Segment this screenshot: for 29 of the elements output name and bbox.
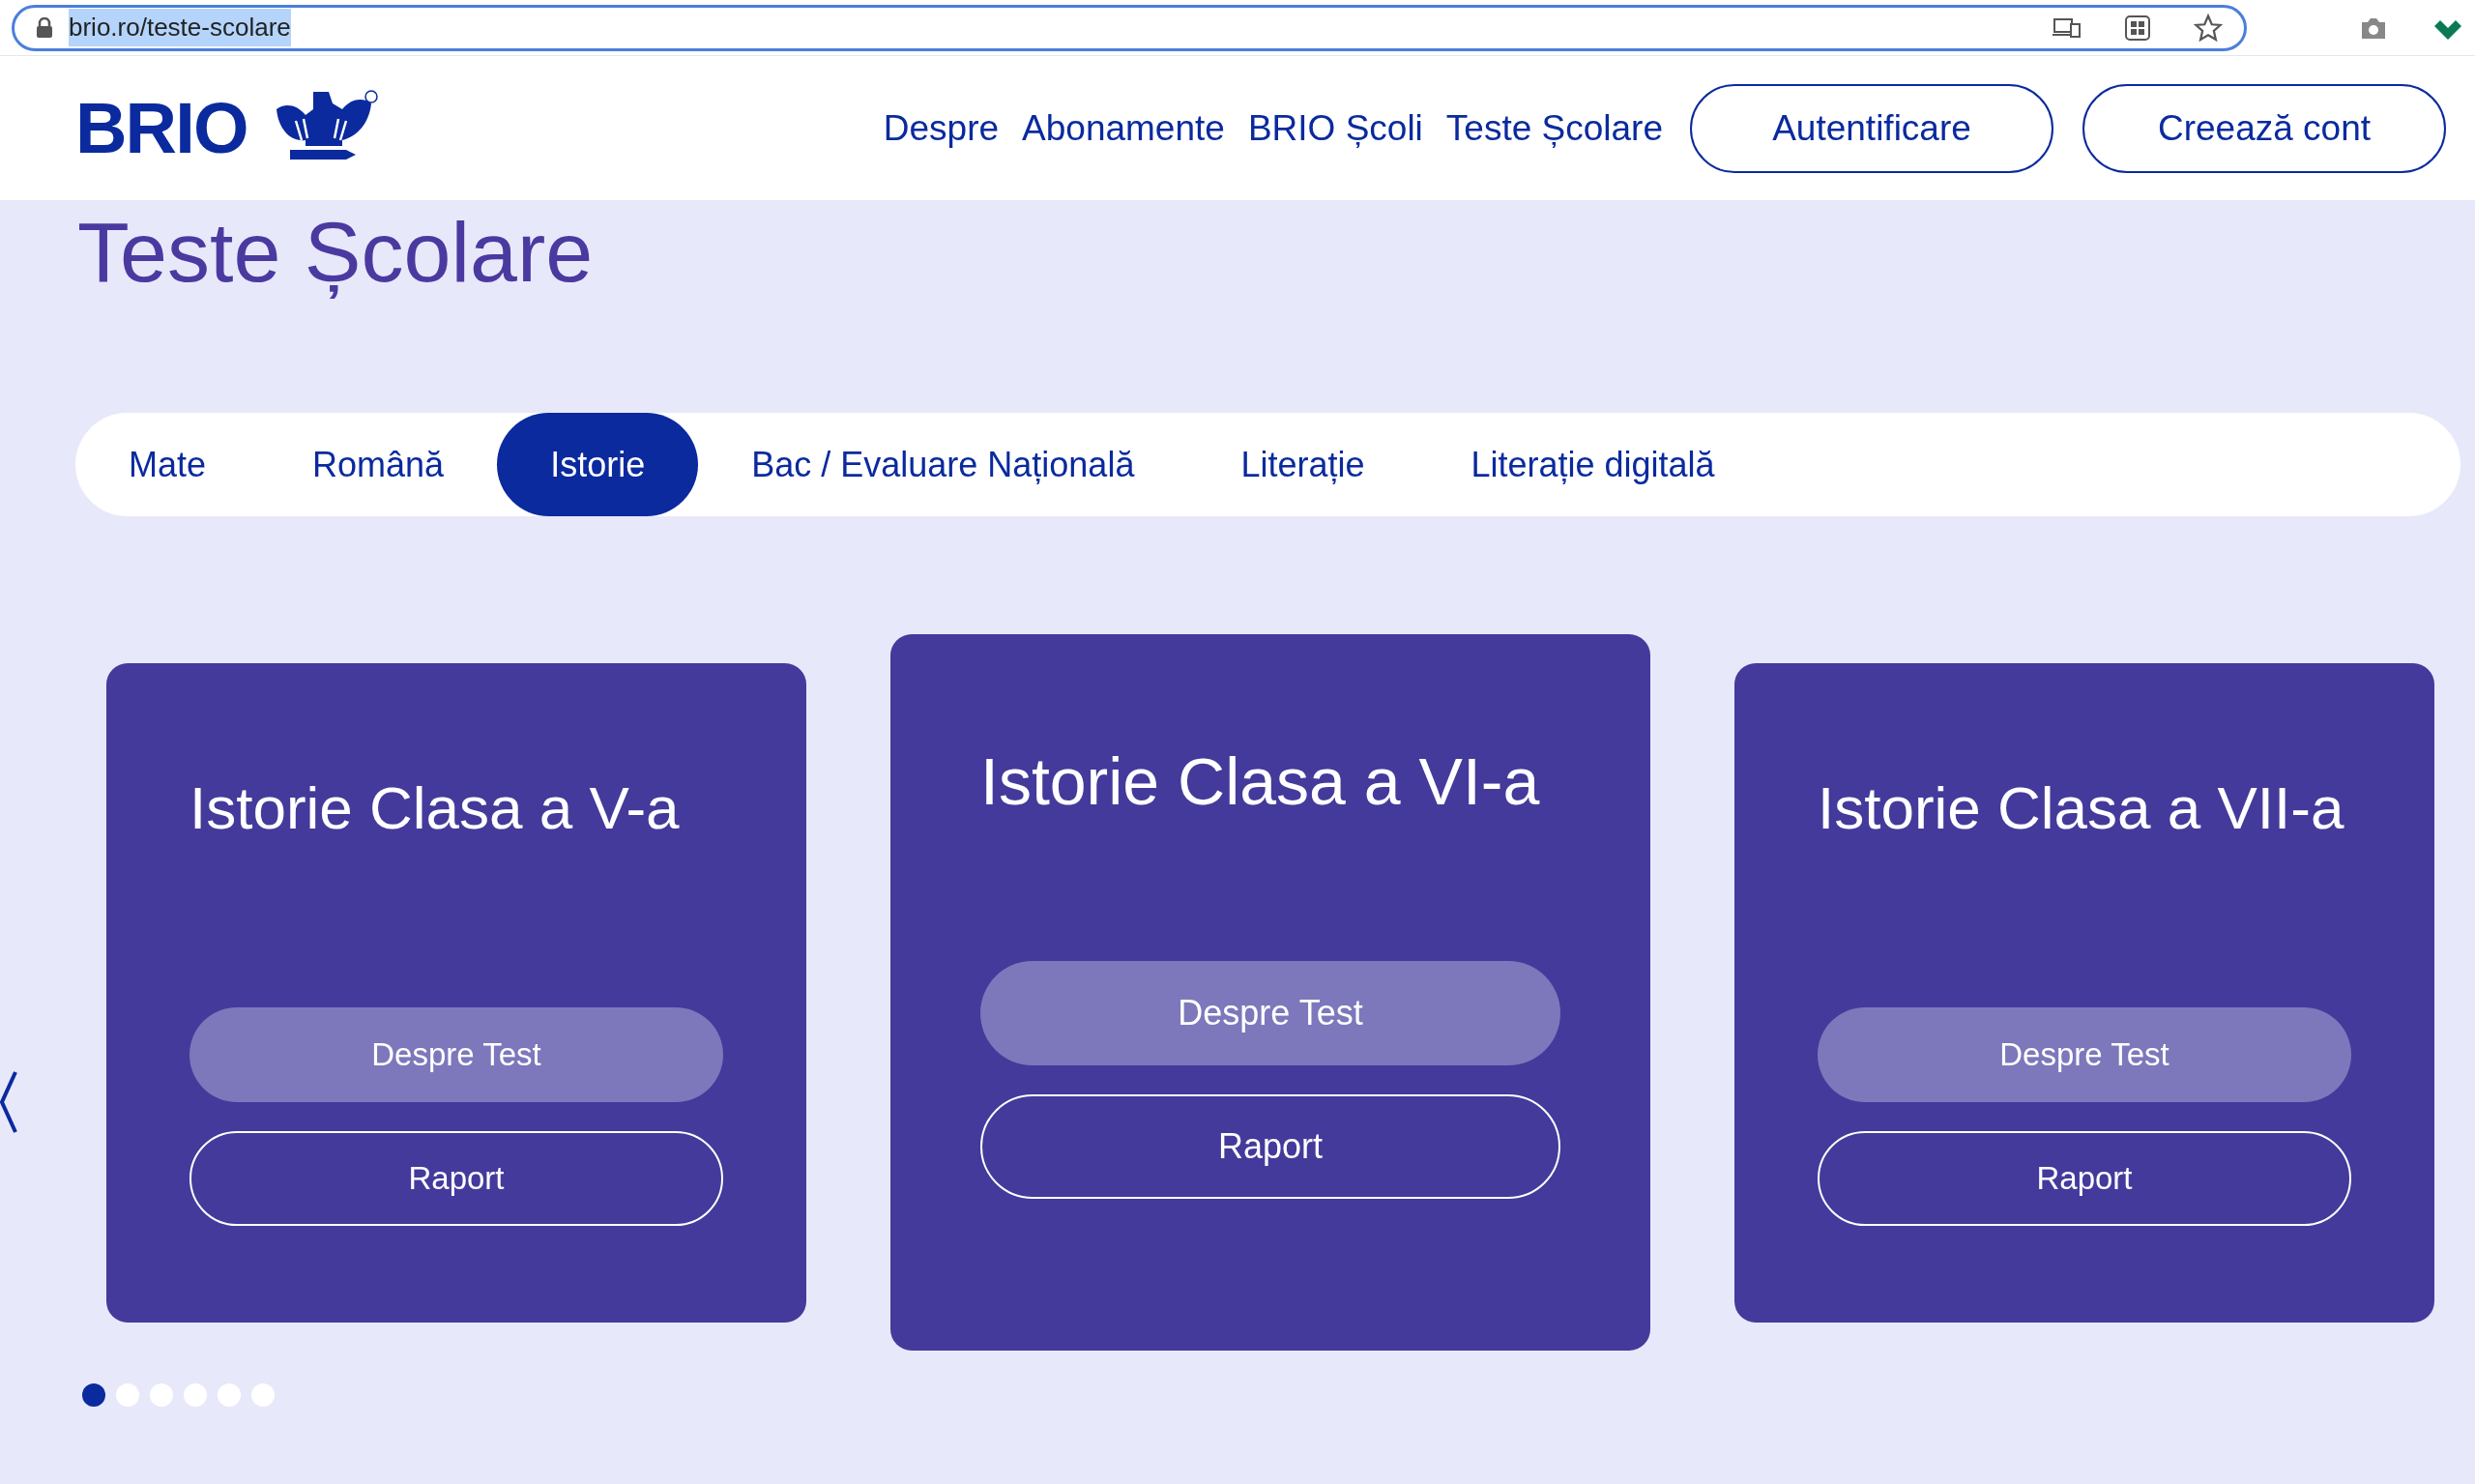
about-test-button[interactable]: Despre Test <box>189 1006 723 1102</box>
nav-link[interactable]: Teste Școlare <box>1445 101 1663 156</box>
about-test-button[interactable]: Despre Test <box>980 961 1560 1065</box>
about-test-button[interactable]: Despre Test <box>1818 1006 2351 1102</box>
report-button[interactable]: Raport <box>189 1130 723 1226</box>
card-title: Istorie Clasa a VII-a <box>1818 772 2345 843</box>
nav-link[interactable]: Despre <box>883 101 1000 156</box>
tab[interactable]: Mate <box>75 413 260 516</box>
card-title: Istorie Clasa a VI-a <box>980 743 1541 820</box>
report-button[interactable]: Raport <box>980 1094 1560 1199</box>
page-title: Teste Școlare <box>76 203 595 302</box>
header-button[interactable]: Creează cont <box>2082 83 2446 173</box>
tab[interactable]: Literație digitală <box>1417 413 1768 516</box>
tab[interactable]: Română <box>259 413 498 516</box>
lock-icon <box>36 16 53 39</box>
tab[interactable]: Bac / Evaluare Națională <box>698 413 1188 516</box>
address-bar[interactable]: brio.ro/teste-scolare <box>12 4 2247 51</box>
nav-link[interactable]: Abonamente <box>1022 101 1225 156</box>
nav-link[interactable]: BRIO Școli <box>1247 101 1423 156</box>
devices-icon[interactable] <box>2053 15 2082 40</box>
grid-icon[interactable] <box>2124 14 2151 42</box>
logo-text[interactable]: BRIO <box>75 74 248 182</box>
report-button[interactable]: Raport <box>1818 1130 2351 1226</box>
card-title: Istorie Clasa a V-a <box>189 772 681 843</box>
star-icon[interactable] <box>2194 13 2223 43</box>
header-button[interactable]: Autentificare <box>1690 83 2053 173</box>
tab[interactable]: Istorie <box>497 413 699 516</box>
tab[interactable]: Literație <box>1187 413 1418 516</box>
url-text[interactable]: brio.ro/teste-scolare <box>69 9 291 46</box>
